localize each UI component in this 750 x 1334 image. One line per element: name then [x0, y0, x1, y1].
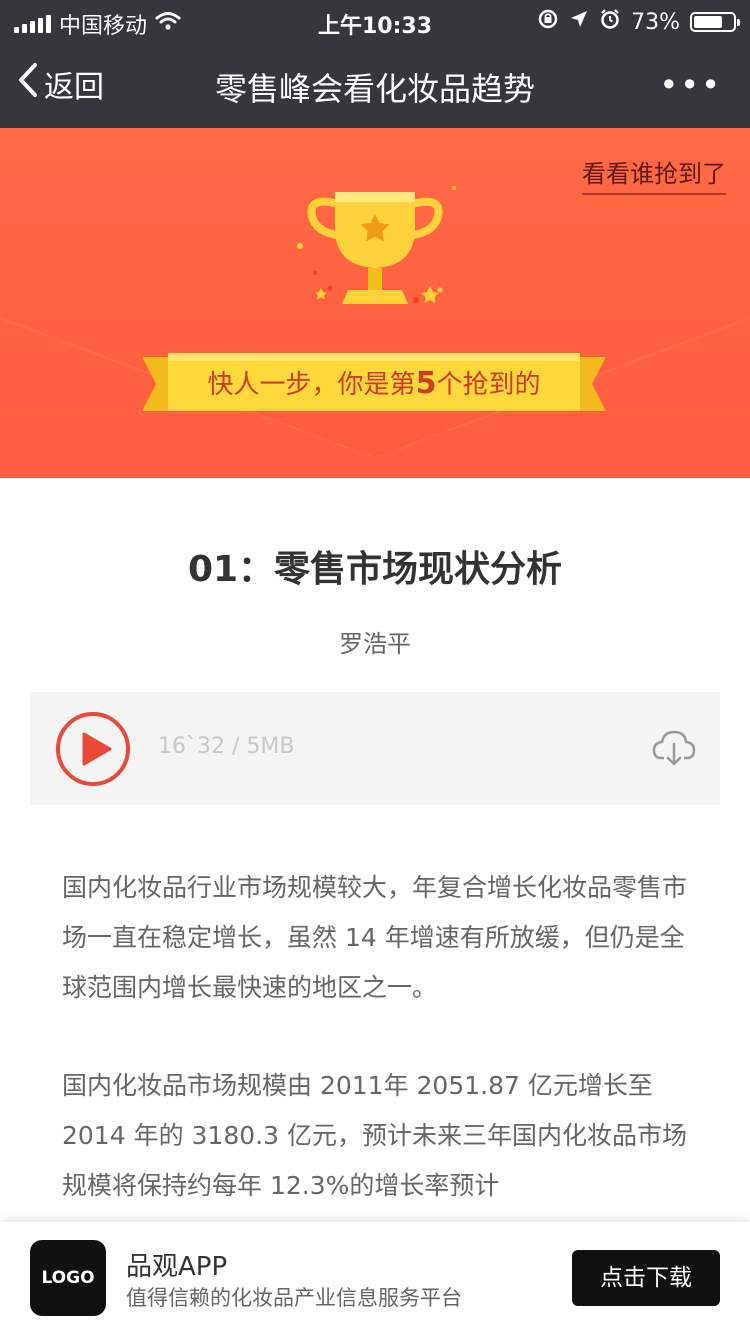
article-paragraph: 国内化妆品行业市场规模较大，年复合增长化妆品零售市场一直在稳定增长，虽然 14 … — [62, 873, 688, 1002]
article-title: 01：零售市场现状分析 — [187, 549, 563, 590]
article-paragraph: 国内化妆品市场规模由 2011年 2051.87 亿元增长至 2014 年的 3… — [62, 1071, 687, 1200]
location-icon — [569, 9, 589, 35]
app-download-bar: LOGO 品观APP 值得信赖的化妆品产业信息服务平台 点击下载 — [0, 1222, 750, 1334]
audio-player: 16`32 / 5MB — [30, 692, 720, 805]
nav-bar: 返回 零售峰会看化妆品趋势 ••• — [0, 40, 750, 128]
who-grabbed-link[interactable]: 看看谁抢到了 — [582, 154, 726, 195]
trophy-icon — [290, 178, 460, 322]
article-body: 国内化妆品行业市场规模较大，年复合增长化妆品零售市场一直在稳定增长，虽然 14 … — [62, 863, 692, 1259]
app-name: 品观APP — [126, 1252, 228, 1282]
app-logo: LOGO — [30, 1240, 106, 1316]
app-description: 值得信赖的化妆品产业信息服务平台 — [126, 1286, 462, 1310]
download-button[interactable]: 点击下载 — [572, 1250, 720, 1306]
audio-duration-size: 16`32 / 5MB — [158, 734, 295, 759]
alarm-icon — [599, 8, 621, 36]
reward-banner: 看看谁抢到了 快人一步，你是第5个抢到的 — [0, 128, 750, 478]
ribbon-suffix: 个抢到的 — [436, 370, 541, 400]
ribbon-prefix: 快人一步，你是第 — [207, 370, 416, 400]
battery-percent: 73% — [631, 9, 680, 35]
rank-ribbon: 快人一步，你是第5个抢到的 — [142, 353, 606, 415]
play-button[interactable] — [54, 710, 132, 792]
article-author: 罗浩平 — [339, 630, 411, 658]
rank-number: 5 — [415, 366, 437, 401]
cloud-download-icon[interactable] — [652, 728, 696, 772]
status-bar: 中国移动 上午10:33 73% — [0, 0, 750, 40]
battery-icon — [690, 12, 740, 32]
page-title: 零售峰会看化妆品趋势 — [214, 70, 535, 108]
rotation-lock-icon — [537, 8, 559, 36]
more-options-button[interactable]: ••• — [659, 66, 722, 104]
